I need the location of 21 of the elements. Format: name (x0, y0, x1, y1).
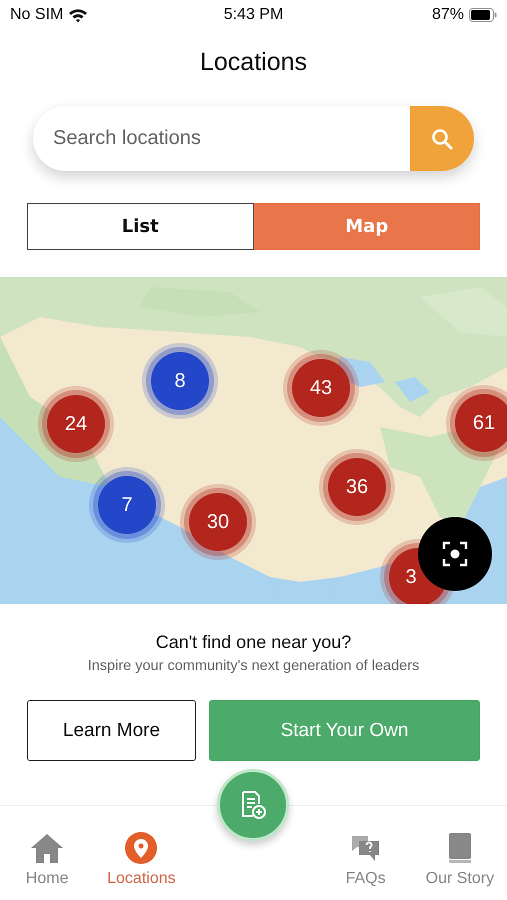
battery-icon (469, 8, 497, 22)
tab-item[interactable]: Home (0, 832, 94, 888)
battery-text: 87% (432, 6, 464, 24)
carrier-text: No SIM (10, 6, 64, 24)
home-icon (30, 832, 64, 864)
tab-item[interactable]: Our Story (412, 832, 507, 888)
view-tab[interactable]: List (27, 203, 254, 250)
prompt-subtext: Inspire your community's next generation of leaders (86, 658, 420, 674)
wifi-icon (68, 8, 88, 22)
page-title: Locations (198, 48, 308, 78)
search-button[interactable] (410, 106, 474, 171)
tab-item[interactable]: Locations (94, 832, 188, 888)
clock-text: 5:43 PM (224, 6, 284, 24)
learn-more-button[interactable]: Learn More (27, 700, 196, 761)
location-pin-icon (124, 832, 158, 864)
search-field[interactable]: Search locations (33, 127, 410, 150)
add-document-button[interactable] (217, 769, 289, 841)
search-icon (430, 126, 454, 150)
prompt-heading: Can't find one near you? (154, 632, 352, 653)
focus-icon (441, 540, 469, 568)
tab-item[interactable]: FAQs (318, 832, 413, 888)
